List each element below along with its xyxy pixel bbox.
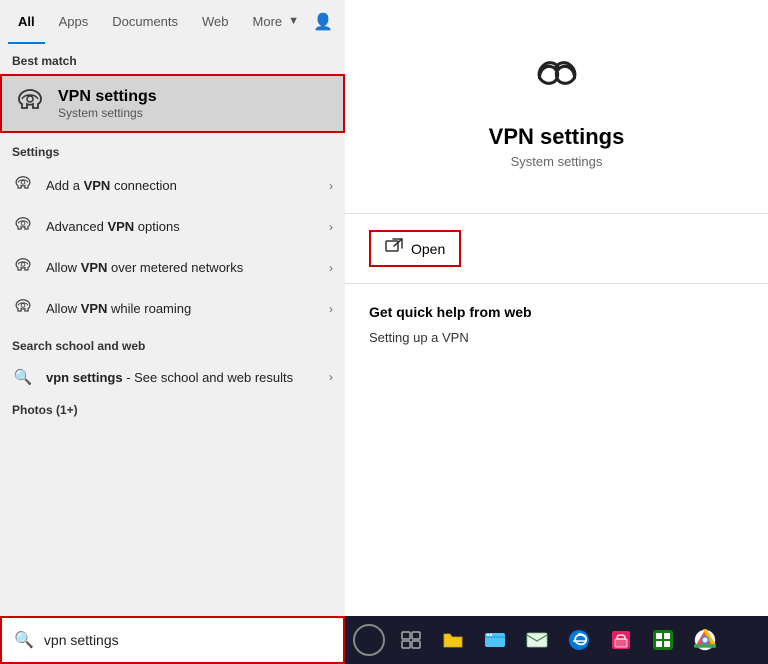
chrome-button[interactable] [687, 622, 723, 658]
person-icon[interactable]: 👤 [313, 12, 333, 32]
search-box-icon: 🔍 [14, 630, 34, 650]
vpn-detail-icon [521, 48, 593, 108]
vpn-icon-2 [12, 215, 34, 238]
vpn-icon-4 [12, 297, 34, 320]
settings-item-add-vpn[interactable]: Add a VPN connection › [0, 165, 345, 206]
taskbar [345, 616, 768, 664]
best-match-item[interactable]: VPN settings System settings [0, 74, 345, 133]
windows-explorer-button[interactable] [477, 622, 513, 658]
search-panel: All Apps Documents Web More ▼ 👤 ⋯ Best m… [0, 0, 345, 664]
tab-documents[interactable]: Documents [102, 0, 188, 44]
edge-button[interactable] [561, 622, 597, 658]
best-match-subtitle: System settings [58, 106, 157, 120]
mail-button[interactable] [519, 622, 555, 658]
quick-help-title: Get quick help from web [369, 304, 744, 320]
file-explorer-button[interactable] [435, 622, 471, 658]
results-area: Best match VPN settings System settings … [0, 44, 345, 616]
open-button[interactable]: Open [369, 230, 461, 267]
settings-item-label-3: Allow VPN over metered networks [46, 260, 329, 275]
detail-icon-area: VPN settings System settings [345, 0, 768, 213]
settings-item-label-2: Advanced VPN options [46, 219, 329, 234]
detail-panel: VPN settings System settings Open Get qu… [345, 0, 768, 664]
settings-item-advanced-vpn[interactable]: Advanced VPN options › [0, 206, 345, 247]
chevron-right-icon-web: › [329, 370, 333, 384]
xbox-button[interactable] [645, 622, 681, 658]
settings-label: Settings [0, 135, 345, 165]
detail-subtitle: System settings [511, 154, 603, 169]
best-match-title: VPN settings [58, 88, 157, 106]
tab-all[interactable]: All [8, 0, 45, 44]
vpn-icon-small [14, 86, 46, 121]
store-button[interactable] [603, 622, 639, 658]
tab-more[interactable]: More ▼ [243, 0, 310, 44]
vpn-icon-3 [12, 256, 34, 279]
chevron-right-icon-3: › [329, 261, 333, 275]
task-view-button[interactable] [393, 622, 429, 658]
detail-title: VPN settings [489, 124, 625, 150]
vpn-icon-1 [12, 174, 34, 197]
quick-help-area: Get quick help from web Setting up a VPN [345, 284, 768, 365]
tab-apps[interactable]: Apps [49, 0, 99, 44]
quick-help-link[interactable]: Setting up a VPN [369, 330, 744, 345]
settings-item-metered[interactable]: Allow VPN over metered networks › [0, 247, 345, 288]
settings-item-roaming[interactable]: Allow VPN while roaming › [0, 288, 345, 329]
web-label: Search school and web [0, 329, 345, 359]
open-button-label: Open [411, 241, 445, 257]
web-search-item[interactable]: 🔍 vpn settings - See school and web resu… [0, 359, 345, 395]
chevron-right-icon-1: › [329, 179, 333, 193]
settings-item-label-4: Allow VPN while roaming [46, 301, 329, 316]
open-btn-area: Open [345, 214, 768, 284]
search-box-container: 🔍 [0, 616, 345, 664]
chevron-right-icon-4: › [329, 302, 333, 316]
tab-bar: All Apps Documents Web More ▼ 👤 ⋯ [0, 0, 345, 44]
photos-label: Photos (1+) [0, 395, 345, 423]
chevron-down-icon: ▼ [288, 15, 299, 27]
web-item-label: vpn settings - See school and web result… [46, 370, 329, 385]
settings-item-label-1: Add a VPN connection [46, 178, 329, 193]
search-icon: 🔍 [12, 368, 34, 386]
search-input[interactable] [44, 632, 331, 648]
tab-web[interactable]: Web [192, 0, 239, 44]
chevron-right-icon-2: › [329, 220, 333, 234]
open-icon [385, 238, 403, 259]
best-match-label: Best match [0, 44, 345, 74]
cortana-button[interactable] [353, 624, 385, 656]
